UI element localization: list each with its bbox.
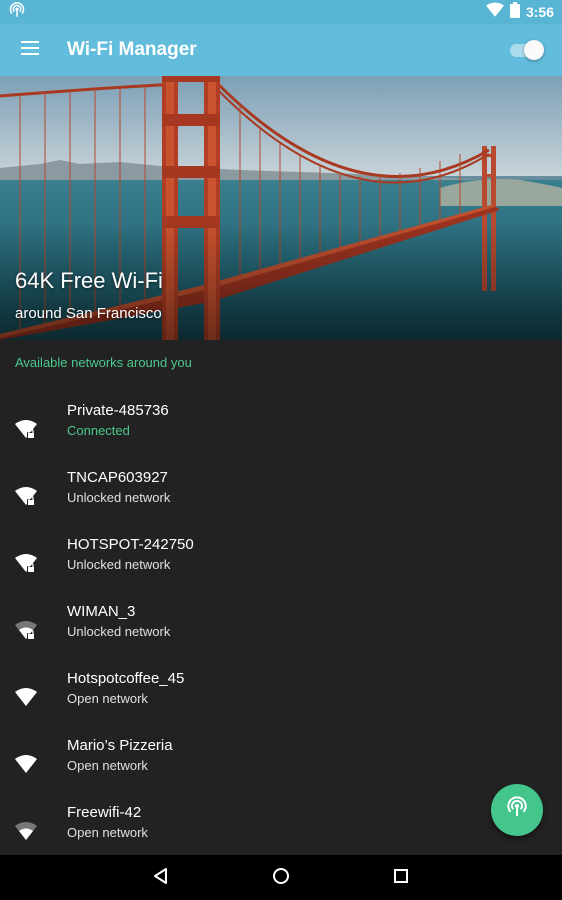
network-list: Available networks around you Private-48…	[0, 340, 562, 855]
network-row-hotspot-242750[interactable]: HOTSPOT-242750 Unlocked network	[0, 536, 562, 603]
back-button[interactable]	[148, 865, 174, 891]
hero-subtitle: around San Francisco	[15, 305, 162, 322]
wifi-lock-medium-icon	[14, 619, 40, 643]
network-status: Unlocked network	[67, 490, 171, 505]
status-bar: 3:56	[0, 0, 562, 24]
network-status: Open network	[67, 825, 148, 840]
navigation-bar	[0, 855, 562, 900]
network-name: Hotspotcoffee_45	[67, 670, 185, 687]
network-status: Open network	[67, 691, 148, 706]
section-header: Available networks around you	[15, 355, 192, 370]
recents-button[interactable]	[388, 865, 414, 891]
wifi-tethering-icon	[8, 1, 26, 24]
network-name: Mario’s Pizzeria	[67, 737, 173, 754]
wifi-lock-icon	[14, 485, 40, 509]
network-status: Unlocked network	[67, 624, 171, 639]
network-name: WIMAN_3	[67, 603, 136, 620]
wifi-icon	[14, 753, 40, 777]
network-row-wiman-3[interactable]: WIMAN_3 Unlocked network	[0, 603, 562, 670]
network-row-private-485736[interactable]: Private-485736 Connected	[0, 402, 562, 469]
network-name: TNCAP603927	[67, 469, 168, 486]
back-icon	[151, 866, 171, 891]
hero-title: 64K Free Wi-Fi	[15, 268, 163, 293]
wifi-hotspot-icon	[505, 795, 529, 825]
toggle-thumb	[524, 40, 544, 60]
battery-icon	[509, 1, 520, 23]
wifi-icon	[14, 686, 40, 710]
network-name: Private-485736	[67, 402, 169, 419]
network-status: Connected	[67, 423, 130, 438]
wifi-hotspot-fab[interactable]	[491, 784, 543, 836]
network-row-marios-pizzeria[interactable]: Mario’s Pizzeria Open network	[0, 737, 562, 804]
network-status: Unlocked network	[67, 557, 171, 572]
home-button[interactable]	[268, 865, 294, 891]
home-icon	[271, 866, 291, 891]
recents-icon	[391, 866, 411, 891]
app-bar: Wi-Fi Manager	[0, 24, 562, 76]
network-name: HOTSPOT-242750	[67, 536, 194, 553]
hero-banner: 64K Free Wi-Fi around San Francisco	[0, 76, 562, 340]
status-time: 3:56	[525, 4, 554, 20]
wifi-lock-icon	[14, 418, 40, 442]
network-status: Open network	[67, 758, 148, 773]
wifi-medium-icon	[14, 820, 40, 844]
golden-gate-bridge-image	[0, 76, 562, 340]
wifi-lock-icon	[14, 552, 40, 576]
menu-button[interactable]	[0, 24, 60, 76]
network-name: Freewifi-42	[67, 804, 142, 821]
network-row-tncap603927[interactable]: TNCAP603927 Unlocked network	[0, 469, 562, 536]
app-title: Wi-Fi Manager	[67, 39, 197, 60]
menu-icon	[20, 40, 40, 61]
wifi-signal-icon	[485, 2, 504, 23]
wifi-toggle[interactable]	[508, 39, 544, 61]
network-row-hotspotcoffee-45[interactable]: Hotspotcoffee_45 Open network	[0, 670, 562, 737]
